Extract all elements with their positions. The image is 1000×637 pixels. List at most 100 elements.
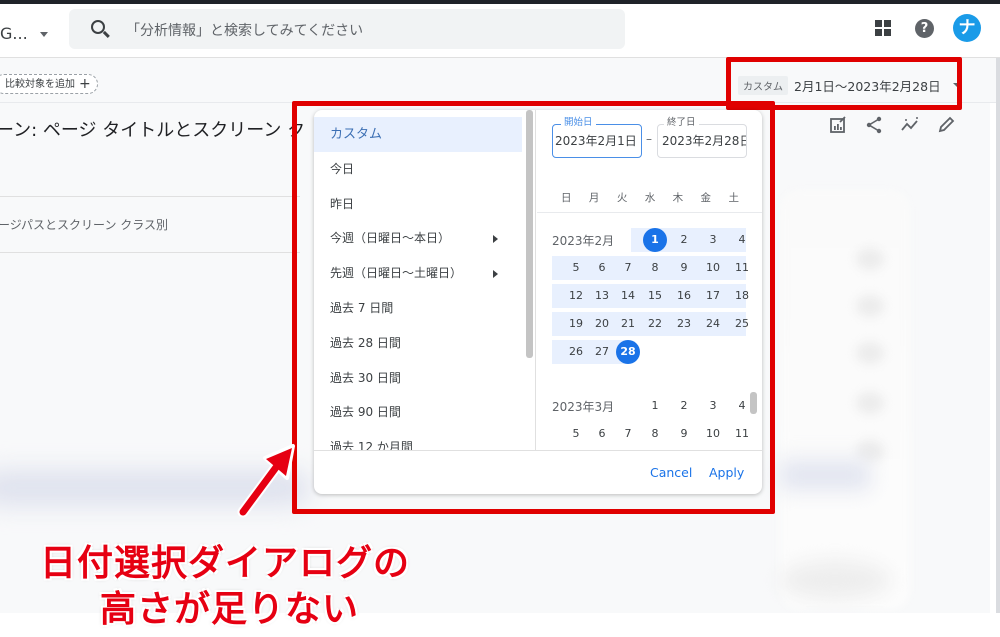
calendar-day[interactable]: 8 — [643, 422, 667, 446]
calendar-day[interactable]: 5 — [564, 256, 588, 280]
page-title: ーン: ページ タイトルとスクリーン ク — [0, 120, 306, 141]
insights-edit-icon[interactable] — [828, 116, 848, 136]
page-scrollbar[interactable] — [996, 58, 1000, 613]
calendar-day[interactable]: 14 — [616, 284, 640, 308]
apply-button[interactable]: Apply — [709, 465, 744, 480]
calendar-day[interactable]: 17 — [701, 284, 725, 308]
calendar-day[interactable]: 25 — [730, 312, 754, 336]
calendar-day[interactable]: 2 — [672, 228, 696, 252]
preset-item[interactable]: 昨日 — [314, 187, 522, 222]
dimension-label: ージパスとスクリーン クラス別 — [0, 218, 169, 232]
calendar-day[interactable]: 21 — [616, 312, 640, 336]
calendar-day[interactable]: 3 — [701, 394, 725, 418]
calendar-day[interactable]: 19 — [564, 312, 588, 336]
pencil-icon[interactable] — [936, 116, 956, 136]
end-date-input[interactable]: 2023年2月28日 — [657, 124, 747, 158]
calendar-day[interactable]: 11 — [730, 256, 754, 280]
calendar-day[interactable]: 28 — [616, 340, 640, 364]
start-date-input[interactable]: 2023年2月1日 — [552, 124, 642, 158]
calendar-day[interactable]: 1 — [643, 228, 667, 252]
preset-item[interactable]: 今週（日曜日〜本日） — [314, 221, 522, 256]
add-comparison-button[interactable]: 比較対象を追加 + — [0, 74, 98, 94]
divider — [0, 252, 300, 253]
avatar[interactable]: ナ — [953, 14, 981, 42]
weekday-label: 日 — [561, 192, 572, 204]
weekday-label: 金 — [700, 192, 712, 204]
weekday-header: 日月火水木金土 — [551, 190, 747, 205]
preset-label: 先週（日曜日〜土曜日） — [330, 266, 463, 281]
preset-item[interactable]: 過去 90 日間 — [314, 395, 522, 430]
calendar-day[interactable]: 13 — [590, 284, 614, 308]
cancel-button[interactable]: Cancel — [650, 465, 692, 480]
calendar-day[interactable]: 10 — [701, 422, 725, 446]
calendar-day[interactable]: 27 — [590, 340, 614, 364]
calendar-day[interactable]: 11 — [730, 422, 754, 446]
preset-item[interactable]: 先週（日曜日〜土曜日） — [314, 256, 522, 291]
report-toolbar — [828, 116, 956, 136]
calendar-day[interactable]: 24 — [701, 312, 725, 336]
blurred-chart-band — [780, 460, 870, 490]
date-picker-dialog: カスタム今日 昨日今週（日曜日〜本日） 先週（日曜日〜土曜日） 過去 7 日間過去 2… — [314, 110, 762, 494]
weekday-label: 火 — [616, 192, 628, 204]
month-label: 2023年2月 — [552, 234, 615, 248]
calendar-day[interactable]: 10 — [701, 256, 725, 280]
divider — [537, 212, 762, 213]
calendar-day[interactable]: 4 — [730, 228, 754, 252]
preset-item[interactable]: カスタム — [314, 117, 522, 152]
preset-item[interactable]: 過去 28 日間 — [314, 326, 522, 361]
search-input[interactable]: 「分析情報」と検索してみてください — [126, 20, 363, 40]
calendar-day[interactable]: 6 — [590, 422, 614, 446]
calendar-day[interactable]: 9 — [672, 256, 696, 280]
calendar-day[interactable]: 12 — [564, 284, 588, 308]
calendar-day[interactable]: 2 — [672, 394, 696, 418]
preset-label: 過去 30 日間 — [330, 370, 401, 385]
calendar-day[interactable]: 9 — [672, 422, 696, 446]
preset-label: 過去 90 日間 — [330, 405, 401, 420]
preset-list: カスタム今日 昨日今週（日曜日〜本日） 先週（日曜日〜土曜日） 過去 7 日間過去 2… — [314, 110, 536, 450]
plus-icon: + — [79, 76, 91, 92]
chevron-right-icon — [493, 270, 498, 279]
insights-icon[interactable] — [900, 116, 920, 136]
range-dash: – — [646, 132, 652, 146]
calendar-day[interactable]: 3 — [701, 228, 725, 252]
start-date-label: 開始日 — [561, 117, 596, 129]
apps-grid-icon[interactable] — [875, 20, 891, 36]
preset-item[interactable]: 今日 — [314, 152, 522, 187]
month-label: 2023年3月 — [552, 400, 615, 414]
preset-scrollbar[interactable] — [526, 110, 533, 358]
preset-label: 過去 28 日間 — [330, 335, 401, 350]
calendar-day[interactable]: 23 — [672, 312, 696, 336]
annotation-text: 日付選択ダイアログの — [40, 543, 411, 584]
chevron-right-icon — [493, 235, 498, 244]
calendar-day[interactable]: 26 — [564, 340, 588, 364]
share-icon[interactable] — [864, 116, 884, 136]
calendar-day[interactable]: 8 — [643, 256, 667, 280]
divider — [314, 450, 762, 451]
preset-item[interactable]: 過去 7 日間 — [314, 291, 522, 326]
chevron-down-icon[interactable] — [40, 32, 48, 37]
calendar-day[interactable]: 1 — [643, 394, 667, 418]
divider — [0, 196, 300, 197]
blurred-element — [856, 342, 884, 364]
preset-item[interactable]: 過去 30 日間 — [314, 361, 522, 396]
search-bar[interactable]: 「分析情報」と検索してみてください — [69, 9, 625, 49]
preset-label: カスタム — [330, 127, 383, 142]
preset-label: 過去 12 か月間 — [330, 440, 413, 450]
blurred-element — [856, 295, 884, 317]
calendar-day[interactable]: 22 — [643, 312, 667, 336]
calendar-scrollbar[interactable] — [750, 392, 757, 414]
add-comparison-label: 比較対象を追加 — [5, 79, 75, 90]
calendar-day[interactable]: 5 — [564, 422, 588, 446]
property-selector[interactable]: G... — [0, 24, 28, 43]
calendar-day[interactable]: 18 — [730, 284, 754, 308]
calendar-day[interactable]: 6 — [590, 256, 614, 280]
weekday-label: 土 — [728, 192, 739, 204]
calendar-day[interactable]: 20 — [590, 312, 614, 336]
calendar-day[interactable]: 7 — [616, 256, 640, 280]
preset-label: 今週（日曜日〜本日） — [330, 231, 451, 246]
calendar-day[interactable]: 15 — [643, 284, 667, 308]
calendar-day[interactable]: 16 — [672, 284, 696, 308]
preset-item[interactable]: 過去 12 か月間 — [314, 430, 522, 450]
help-icon[interactable]: ? — [915, 19, 934, 38]
calendar-day[interactable]: 7 — [616, 422, 640, 446]
